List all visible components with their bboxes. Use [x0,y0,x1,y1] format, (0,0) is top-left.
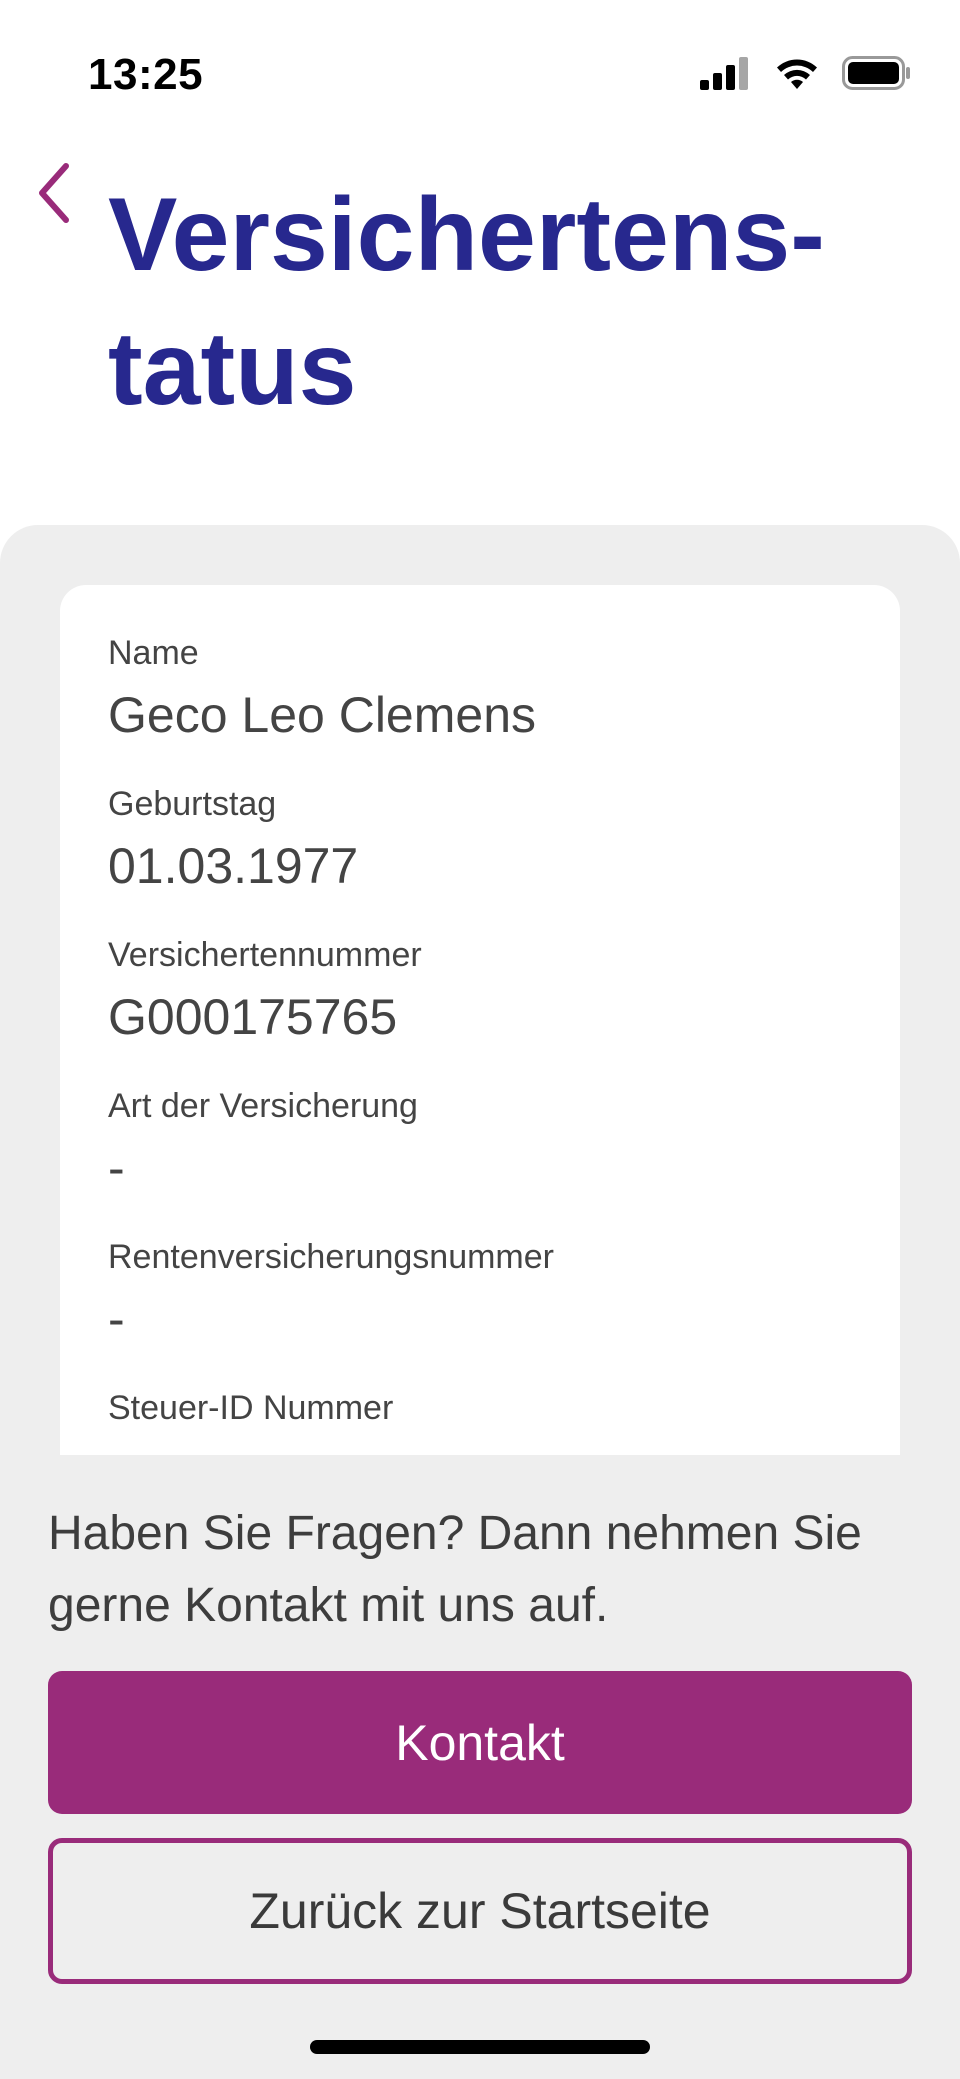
field-value: G000175765 [108,989,398,1045]
field-value: 01.03.1977 [108,838,359,894]
help-text: Haben Sie Fragen? Dann nehmen Sie gerne … [48,1507,862,1632]
field-label: Steuer-ID Nummer [108,1389,394,1427]
back-to-home-button[interactable]: Zurück zur Startseite [48,1838,912,1984]
insurance-info-card: Name Geco Leo Clemens Geburtstag 01.03.1… [60,585,900,1455]
status-time: 13:25 [88,50,204,99]
cellular-signal-icon [700,56,752,95]
status-bar: 13:25 [0,0,960,150]
field-label: Geburtstag [108,785,277,823]
wifi-icon [774,56,820,95]
field-insurance-type: Art der Versicherung - [108,1086,868,1198]
battery-icon [842,56,912,95]
field-value: - [108,1291,125,1347]
field-tax-id: Steuer-ID Nummer [108,1388,868,1440]
field-label: Art der Versicherung [108,1087,418,1125]
field-label: Versichertennummer [108,936,422,974]
field-label: Name [108,634,199,672]
chevron-left-icon [34,162,74,229]
field-name: Name Geco Leo Clemens [108,633,868,745]
contact-button-label: Kontakt [395,1714,565,1771]
back-button[interactable] [14,150,94,240]
field-label: Rentenversicherungsnummer [108,1238,554,1276]
field-birthday: Geburtstag 01.03.1977 [108,784,868,896]
contact-button[interactable]: Kontakt [48,1671,912,1814]
field-value: - [108,1140,125,1196]
field-pension-number: Rentenversicherungsnummer - [108,1237,868,1349]
back-to-home-button-label: Zurück zur Startseite [249,1883,711,1939]
status-icons [700,56,912,95]
page-title: Versichertens-tatus [108,177,825,427]
field-value: Geco Leo Clemens [108,687,537,743]
field-insurance-number: Versichertennummer G000175765 [108,935,868,1047]
home-indicator [310,2040,650,2054]
